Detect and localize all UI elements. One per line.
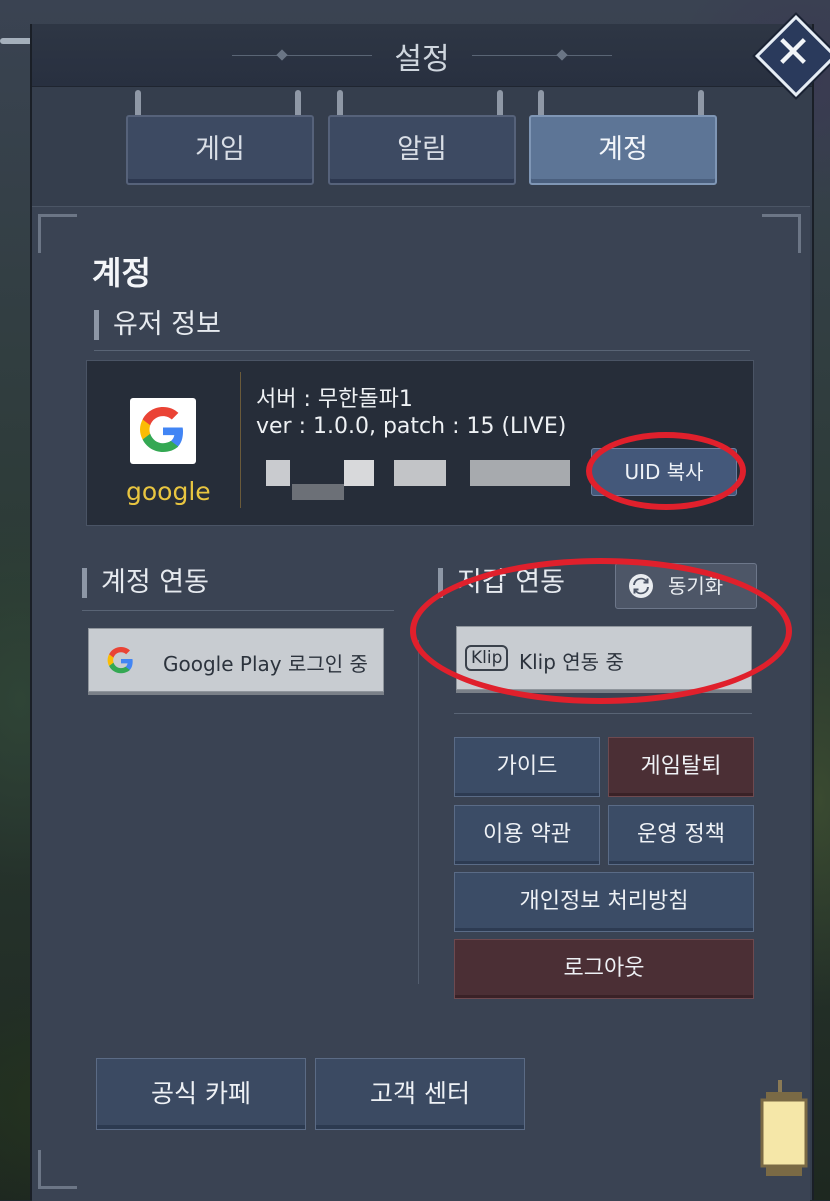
- terms-button[interactable]: 이용 약관: [454, 805, 600, 865]
- provider-name: google: [126, 477, 211, 506]
- guide-button[interactable]: 가이드: [454, 737, 600, 797]
- privacy-policy-button[interactable]: 개인정보 처리방침: [454, 872, 754, 932]
- divider: [94, 350, 750, 351]
- google-play-login-label: Google Play 로그인 중: [163, 652, 368, 676]
- tab-notification[interactable]: 알림: [328, 115, 516, 185]
- title-divider-right: [472, 55, 612, 56]
- vertical-divider: [240, 372, 241, 508]
- close-button[interactable]: ✕: [754, 14, 830, 98]
- title-bar: 설정: [32, 24, 812, 87]
- google-play-login-button[interactable]: Google Play 로그인 중: [88, 628, 384, 692]
- account-content: [32, 206, 810, 1201]
- section-heading: 계정: [92, 254, 151, 292]
- customer-center-button[interactable]: 고객 센터: [315, 1058, 525, 1130]
- divider: [454, 713, 752, 714]
- close-icon: ✕: [774, 27, 812, 78]
- official-cafe-button[interactable]: 공식 카페: [96, 1058, 306, 1130]
- withdraw-button[interactable]: 게임탈퇴: [608, 737, 754, 797]
- corner-ornament: [762, 214, 801, 253]
- tab-game[interactable]: 게임: [126, 115, 314, 185]
- google-logo-icon: [130, 398, 196, 464]
- divider: [82, 610, 394, 611]
- highlight-ring-uid: [586, 432, 746, 510]
- logout-button[interactable]: 로그아웃: [454, 939, 754, 999]
- corner-ornament: [38, 214, 77, 253]
- corner-ornament: [38, 1150, 77, 1189]
- server-text: 서버 : 무한돌파1: [256, 387, 413, 412]
- policy-button[interactable]: 운영 정책: [608, 805, 754, 865]
- column-divider: [418, 640, 419, 984]
- google-icon: [107, 647, 133, 674]
- highlight-ring-wallet: [410, 558, 792, 704]
- lantern-icon: [760, 1080, 808, 1176]
- version-text: ver : 1.0.0, patch : 15 (LIVE): [256, 414, 567, 439]
- account-link-title: 계정 연동: [82, 568, 209, 598]
- user-info-title: 유저 정보: [94, 310, 221, 340]
- page-title: 설정: [394, 42, 450, 77]
- tab-account[interactable]: 계정: [529, 115, 717, 185]
